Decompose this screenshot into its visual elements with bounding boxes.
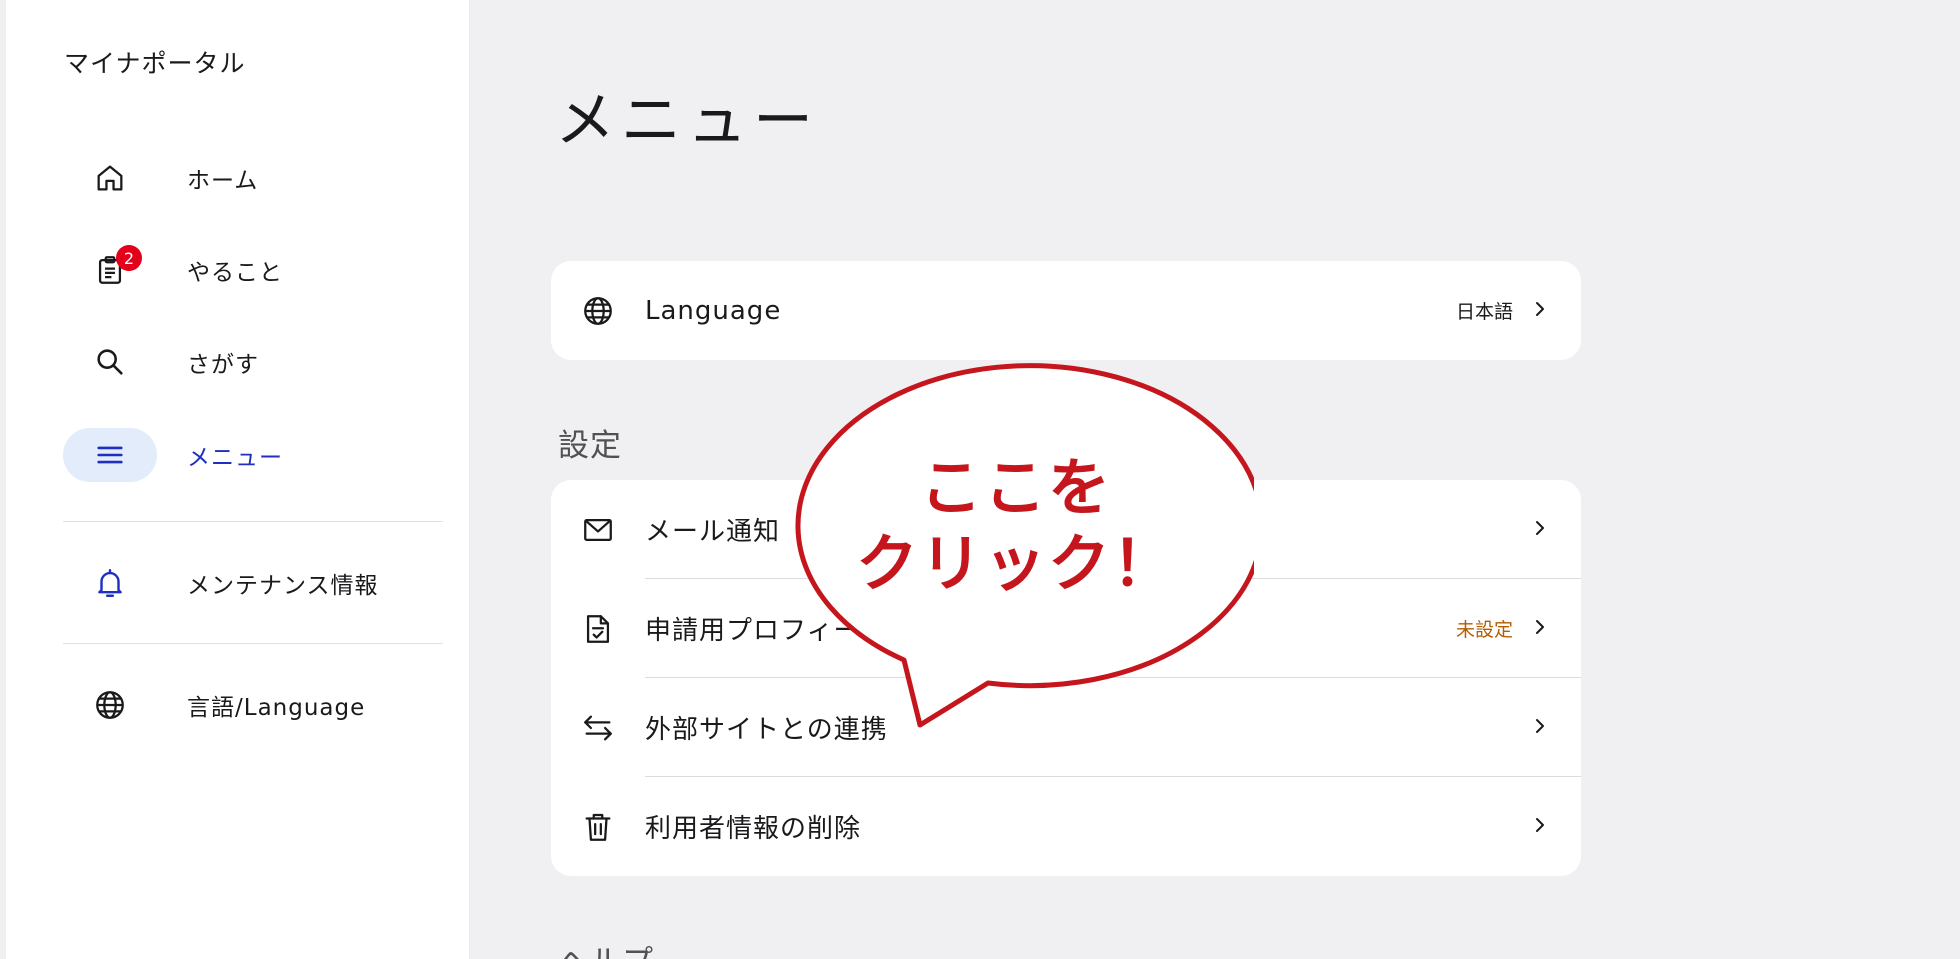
sidebar-item-menu[interactable]: メニュー	[63, 428, 393, 482]
swap-arrows-icon	[551, 711, 645, 745]
sidebar-divider	[63, 643, 443, 644]
chevron-right-icon	[1533, 518, 1547, 542]
callout-line-1: ここを	[919, 451, 1112, 524]
sidebar-item-label: やること	[187, 260, 283, 286]
section-title-help: ヘルプ	[558, 936, 654, 959]
home-icon	[63, 151, 157, 205]
row-trailing: 未設定	[1456, 579, 1547, 678]
clipboard-icon: 2	[63, 243, 157, 297]
row-label: Language	[645, 295, 782, 326]
chevron-right-icon	[1533, 617, 1547, 641]
sidebar: マイナポータル ホーム 2 やること さがす メニュー メンテナンス情報 言語/…	[6, 0, 470, 959]
callout-line-2: クリック！	[855, 527, 1176, 600]
language-card: Language 日本語	[551, 261, 1581, 360]
sidebar-item-label: 言語/Language	[187, 695, 366, 721]
brand-logo[interactable]: マイナポータル	[64, 44, 246, 80]
search-icon	[63, 335, 157, 389]
chevron-right-icon	[1533, 716, 1547, 740]
menu-icon	[63, 428, 157, 482]
row-label: メール通知	[645, 517, 781, 547]
row-trailing	[1533, 480, 1547, 579]
mail-icon	[551, 513, 645, 547]
trash-icon	[551, 810, 645, 844]
sidebar-item-label: ホーム	[187, 168, 259, 194]
document-check-icon	[551, 612, 645, 646]
row-trailing: 日本語	[1456, 261, 1547, 360]
bell-icon	[63, 556, 157, 610]
chevron-right-icon	[1533, 299, 1547, 323]
app-frame: マイナポータル ホーム 2 やること さがす メニュー メンテナンス情報 言語/…	[0, 0, 1960, 959]
sidebar-item-label: さがす	[187, 352, 259, 378]
callout-text: ここを クリック！	[778, 450, 1254, 602]
notification-badge: 2	[116, 245, 142, 271]
section-title-settings: 設定	[558, 428, 622, 464]
sidebar-item-label: メンテナンス情報	[187, 573, 379, 599]
globe-icon	[551, 294, 645, 328]
language-row[interactable]: Language 日本語	[551, 261, 1581, 360]
settings-row-delete-user[interactable]: 利用者情報の削除	[551, 777, 1581, 876]
page-title: メニュー	[555, 86, 819, 156]
sidebar-item-search[interactable]: さがす	[63, 335, 393, 389]
row-trailing	[1533, 777, 1547, 876]
row-trailing	[1533, 678, 1547, 777]
sidebar-item-todo[interactable]: 2 やること	[63, 243, 393, 297]
sidebar-item-home[interactable]: ホーム	[63, 151, 393, 205]
status-unset: 未設定	[1455, 619, 1513, 641]
sidebar-item-label: メニュー	[187, 445, 283, 471]
sidebar-item-language[interactable]: 言語/Language	[63, 678, 393, 732]
callout-bubble: ここを クリック！	[778, 354, 1254, 732]
globe-icon	[63, 678, 157, 732]
current-language: 日本語	[1455, 301, 1513, 323]
chevron-right-icon	[1533, 815, 1547, 839]
row-label: 利用者情報の削除	[645, 814, 862, 844]
sidebar-divider	[63, 521, 443, 522]
sidebar-item-maintenance[interactable]: メンテナンス情報	[63, 556, 393, 610]
